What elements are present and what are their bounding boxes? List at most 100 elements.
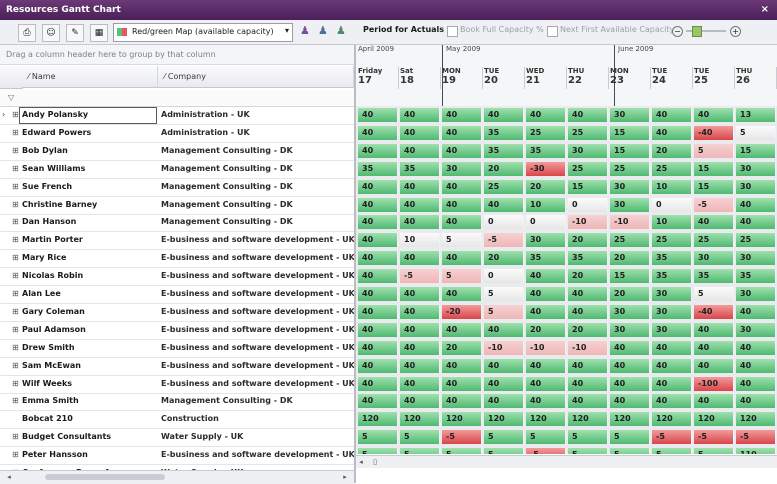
capacity-cell[interactable]: 5	[358, 430, 398, 445]
print-icon[interactable]: ⎙	[18, 24, 36, 42]
expand-icon[interactable]: ⊞	[12, 110, 20, 119]
capacity-cell[interactable]: 40	[610, 376, 650, 391]
capacity-cell[interactable]: 40	[358, 394, 398, 409]
person-remove-icon[interactable]: ♟	[318, 24, 332, 40]
expand-icon[interactable]: ⊞	[12, 325, 20, 334]
capacity-cell[interactable]: -10	[610, 215, 650, 230]
capacity-cell[interactable]: 25	[568, 125, 608, 140]
capacity-cell[interactable]: 40	[358, 376, 398, 391]
name-column-header[interactable]: ⁄ Name	[22, 66, 158, 88]
capacity-cell[interactable]: 40	[358, 304, 398, 319]
capacity-cell[interactable]: 10	[652, 215, 692, 230]
resource-company[interactable]: Administration - UK	[161, 110, 250, 119]
capacity-cell[interactable]: 40	[442, 179, 482, 194]
capacity-cell[interactable]: 40	[358, 215, 398, 230]
capacity-cell[interactable]: 35	[652, 251, 692, 266]
capacity-cell[interactable]: 40	[652, 358, 692, 373]
resource-name[interactable]: Paul Adamson	[22, 325, 86, 334]
capacity-cell[interactable]: 40	[694, 108, 734, 122]
capacity-cell[interactable]: 30	[610, 179, 650, 194]
expand-icon[interactable]: ⊞	[12, 253, 20, 262]
filter-users-icon[interactable]: ☺	[42, 24, 60, 42]
capacity-cell[interactable]: 5	[442, 448, 482, 454]
capacity-cell[interactable]: 40	[442, 358, 482, 373]
table-row[interactable]: ⊞ Edward Powers Administration - UK	[0, 124, 354, 143]
resource-name[interactable]: Sam McEwan	[22, 361, 81, 370]
capacity-cell[interactable]: 40	[694, 358, 734, 373]
capacity-cell[interactable]: 40	[484, 376, 524, 391]
resource-name[interactable]: Emma Smith	[22, 396, 79, 405]
capacity-cell[interactable]: 110	[736, 448, 776, 454]
day-column-header[interactable]: MON 23	[610, 67, 651, 89]
capacity-cell[interactable]: 40	[358, 322, 398, 337]
capacity-map-select[interactable]: Red/green Map (available capacity) ▾	[113, 23, 293, 42]
capacity-cell[interactable]: 25	[610, 161, 650, 176]
capacity-cell[interactable]: 5	[694, 287, 734, 301]
capacity-cell[interactable]: 40	[736, 215, 776, 230]
resource-company[interactable]: E-business and software development - UK	[161, 235, 355, 244]
capacity-cell[interactable]: 5	[484, 287, 524, 301]
day-column-header[interactable]: THU 26	[736, 67, 777, 89]
resource-name[interactable]: Nicolas Robin	[22, 271, 83, 280]
capacity-cell[interactable]: -5	[442, 430, 482, 445]
capacity-cell[interactable]: 40	[358, 287, 398, 301]
capacity-cell[interactable]: 5	[610, 430, 650, 445]
capacity-cell[interactable]: 120	[610, 412, 650, 427]
capacity-cell[interactable]: 40	[358, 340, 398, 355]
capacity-cell[interactable]: 10	[652, 179, 692, 194]
capacity-cell[interactable]: 40	[526, 269, 566, 284]
capacity-cell[interactable]: 5	[736, 125, 776, 140]
capacity-cell[interactable]: 40	[526, 287, 566, 301]
resource-name[interactable]: Budget Consultants	[22, 432, 111, 441]
day-column-header[interactable]: MON 19	[442, 67, 483, 89]
resource-company[interactable]: Water Supply - UK	[161, 432, 243, 441]
capacity-cell[interactable]: 0	[526, 215, 566, 230]
capacity-cell[interactable]: 40	[736, 304, 776, 319]
capacity-cell[interactable]: -40	[694, 304, 734, 319]
capacity-cell[interactable]: 35	[736, 269, 776, 284]
capacity-cell[interactable]: 40	[442, 376, 482, 391]
capacity-cell[interactable]: 120	[694, 412, 734, 427]
capacity-cell[interactable]: 120	[358, 412, 398, 427]
resource-company[interactable]: Management Consulting - DK	[161, 396, 293, 405]
capacity-cell[interactable]: 20	[526, 322, 566, 337]
capacity-cell[interactable]: 40	[400, 358, 440, 373]
capacity-cell[interactable]: 30	[568, 143, 608, 158]
company-column-header[interactable]: ⁄ Company	[158, 66, 354, 88]
capacity-cell[interactable]: 20	[568, 233, 608, 248]
capacity-cell[interactable]: 40	[736, 340, 776, 355]
capacity-cell[interactable]: 25	[736, 233, 776, 248]
capacity-cell[interactable]: 5	[484, 448, 524, 454]
resource-name[interactable]: Peter Hansson	[22, 450, 88, 459]
capacity-cell[interactable]: 40	[694, 340, 734, 355]
capacity-cell[interactable]: 40	[400, 125, 440, 140]
resource-name[interactable]: Sue French	[22, 182, 72, 191]
capacity-cell[interactable]: 120	[442, 412, 482, 427]
day-column-header[interactable]: THU 22	[568, 67, 609, 89]
capacity-cell[interactable]: 30	[652, 287, 692, 301]
capacity-cell[interactable]: 40	[652, 376, 692, 391]
capacity-cell[interactable]: 40	[694, 215, 734, 230]
resource-company[interactable]: E-business and software development - UK	[161, 253, 355, 262]
capacity-cell[interactable]: 40	[652, 394, 692, 409]
resource-company[interactable]: E-business and software development - UK	[161, 450, 355, 459]
capacity-cell[interactable]: 15	[610, 143, 650, 158]
capacity-cell[interactable]: 40	[358, 108, 398, 122]
capacity-cell[interactable]: 40	[484, 358, 524, 373]
resource-company[interactable]: Management Consulting - DK	[161, 217, 293, 226]
resource-name[interactable]: Andy Polansky	[22, 110, 88, 119]
capacity-cell[interactable]: 40	[442, 287, 482, 301]
capacity-cell[interactable]: 35	[484, 125, 524, 140]
capacity-cell[interactable]: 120	[400, 412, 440, 427]
capacity-cell[interactable]: 5	[568, 448, 608, 454]
capacity-cell[interactable]: 35	[652, 269, 692, 284]
capacity-cell[interactable]: 30	[610, 322, 650, 337]
day-column-header[interactable]: TUE 24	[652, 67, 693, 89]
capacity-cell[interactable]: 15	[568, 179, 608, 194]
capacity-cell[interactable]: -100	[694, 376, 734, 391]
capacity-cell[interactable]: 40	[568, 304, 608, 319]
capacity-cell[interactable]: 40	[358, 358, 398, 373]
capacity-cell[interactable]: 40	[400, 215, 440, 230]
resource-name[interactable]: Bobcat 210	[22, 414, 73, 423]
resource-name[interactable]: Drew Smith	[22, 343, 75, 352]
